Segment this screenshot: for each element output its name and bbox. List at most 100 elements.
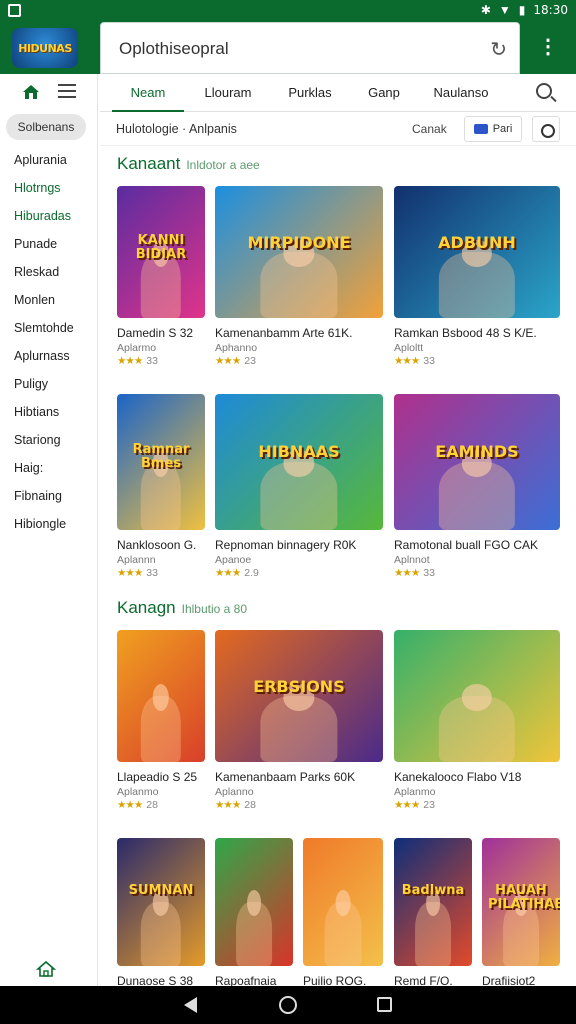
app-thumbnail[interactable]: HAUAH PILATIHAB (482, 838, 560, 966)
app-title: Damedin S 32 (117, 326, 194, 340)
sidebar-item[interactable]: Rleskad (0, 258, 97, 286)
app-card[interactable]: HIBNAAS Repnoman binnagery R0K Apanoe ★★★ 2.… (215, 394, 383, 579)
star-icon: ★★★ (394, 567, 420, 579)
sidebar-item[interactable]: Aplurnass (0, 342, 97, 370)
star-icon: ★★★ (215, 567, 241, 579)
sidebar-item[interactable]: Aplurania (0, 146, 97, 174)
sidebar-chip[interactable]: Solbenans (6, 114, 86, 140)
home-icon[interactable] (22, 84, 40, 100)
sidebar-item[interactable]: Punade (0, 230, 97, 258)
character-art (415, 890, 451, 966)
app-card[interactable]: Ramnar Bmes Nanklosoon G. Aplannn ★★★ 33 (117, 394, 205, 579)
app-rating: ★★★ 28 (215, 799, 383, 811)
app-card[interactable]: Rapoafnaia (215, 838, 293, 988)
cancel-link[interactable]: Canak (412, 122, 447, 136)
star-icon: ★★★ (394, 355, 420, 367)
thumbnail-title: Ramnar Bmes (132, 441, 190, 472)
refresh-icon[interactable]: ↻ (490, 37, 507, 62)
character-art (140, 449, 182, 530)
star-icon: ★★★ (117, 799, 143, 811)
app-thumbnail[interactable]: Ramnar Bmes (117, 394, 205, 530)
character-art (438, 449, 516, 530)
app-developer: Aplarmo (117, 342, 157, 354)
app-thumbnail[interactable]: ERBSIONS (215, 630, 383, 762)
app-thumbnail[interactable] (394, 630, 560, 762)
app-title: Kanekalooco Flabo V18 (394, 770, 522, 784)
search-box[interactable]: ↻ (100, 22, 520, 74)
sidebar: Solbenans Aplurania Hlotrngs Hiburadas Puna… (0, 74, 98, 986)
app-thumbnail[interactable]: ADBUNH (394, 186, 560, 318)
wifi-icon: ▼ (498, 3, 511, 17)
app-thumbnail[interactable] (215, 838, 293, 966)
app-thumbnail[interactable]: KANNI BIDIAR (117, 186, 205, 318)
app-logo[interactable]: HIDUNAS (12, 28, 78, 68)
sidebar-item[interactable]: Haig: (0, 454, 97, 482)
app-card[interactable]: SUMNAN Dunaose S 38 (117, 838, 205, 988)
clock-icon[interactable] (532, 116, 560, 142)
status-bar: ✱ ▼ ▮ 18:30 (0, 0, 576, 22)
sidebar-item[interactable]: Monlen (0, 286, 97, 314)
app-card[interactable]: Llapeadio S 25 Aplanmo ★★★ 28 (117, 630, 205, 811)
app-card[interactable]: Puilio ROG. (303, 838, 383, 988)
app-card[interactable]: KANNI BIDIAR Damedin S 32 Aplarmo ★★★ 33 (117, 186, 205, 367)
tab-2[interactable]: Purklas (278, 74, 342, 112)
home-button-icon[interactable] (279, 996, 297, 1014)
star-icon: ★★★ (117, 567, 143, 579)
thumbnail-title: SUMNAN (128, 883, 194, 899)
sidebar-item[interactable]: Puligy (0, 370, 97, 398)
character-art (260, 449, 338, 530)
app-rating: ★★★ 23 (215, 355, 383, 367)
app-title: Nanklosoon G. (117, 538, 197, 552)
sidebar-item[interactable]: Slemtohde (0, 314, 97, 342)
app-rating: ★★★ 33 (394, 567, 560, 579)
menu-icon[interactable] (58, 84, 76, 98)
more-options-icon[interactable]: ⋮ (538, 36, 558, 58)
section-heading: Kanagn (117, 598, 176, 617)
app-thumbnail[interactable]: SUMNAN (117, 838, 205, 966)
rating-value: 23 (244, 355, 256, 367)
category-tabs: Neam Llouram Purklas Ganp Naulanso (100, 74, 576, 112)
app-card[interactable]: MIRPIDONE Kamenanbamm Arte 61K. Aphanno ★★★… (215, 186, 383, 367)
sidebar-item[interactable]: Stariong (0, 426, 97, 454)
app-rating: ★★★ 2.9 (215, 567, 383, 579)
app-card[interactable]: Badlwna Remd F/O. (394, 838, 472, 988)
thumbnail-title: ADBUNH (438, 232, 516, 252)
sidebar-item[interactable]: Hibiongle (0, 510, 97, 538)
app-card[interactable]: ERBSIONS Kamenanbaam Parks 60K Aplanno ★★★ 2… (215, 630, 383, 811)
app-thumbnail[interactable]: Badlwna (394, 838, 472, 966)
sidebar-item[interactable]: Hiburadas (0, 202, 97, 230)
rating-value: 28 (244, 799, 256, 811)
app-thumbnail[interactable]: MIRPIDONE (215, 186, 383, 318)
app-thumbnail[interactable] (303, 838, 383, 966)
tab-3[interactable]: Ganp (356, 74, 412, 112)
app-thumbnail[interactable]: HIBNAAS (215, 394, 383, 530)
sidebar-item[interactable]: Fibnaing (0, 482, 97, 510)
search-input[interactable] (119, 37, 479, 61)
app-title: Ramotonal buall FGO CAK (394, 538, 539, 552)
search-icon[interactable] (536, 83, 552, 99)
sidebar-item[interactable]: Hlotrngs (0, 174, 97, 202)
rating-value: 2.9 (244, 567, 259, 579)
sidebar-item[interactable]: Hibtians (0, 398, 97, 426)
app-bar: HIDUNAS ↻ ⋮ (0, 22, 576, 74)
home-outline-icon[interactable] (36, 960, 56, 978)
thumbnail-title: KANNI BIDIAR (135, 232, 187, 262)
recents-icon[interactable] (377, 997, 392, 1012)
app-developer: Aplanmo (117, 786, 159, 798)
back-icon[interactable] (184, 997, 197, 1013)
thumbnail-title: HIBNAAS (258, 441, 340, 461)
section-subheading: Ihlbutio a 80 (181, 602, 248, 616)
rating-value: 23 (423, 799, 435, 811)
app-card[interactable]: EAMINDS Ramotonal buall FGO CAK Aplnnot ★★★… (394, 394, 560, 579)
app-thumbnail[interactable] (117, 630, 205, 762)
tab-1[interactable]: Llouram (192, 74, 264, 112)
thumbnail-title: ERBSIONS (253, 676, 345, 696)
app-card[interactable]: Kanekalooco Flabo V18 Aplanmo ★★★ 23 (394, 630, 560, 811)
app-card[interactable]: ADBUNH Ramkan Bsbood 48 S K/E. Aploltt ★★★ 3… (394, 186, 560, 367)
app-developer: Aploltt (394, 342, 424, 354)
filter-button[interactable]: Pari (464, 116, 522, 142)
app-thumbnail[interactable]: EAMINDS (394, 394, 560, 530)
app-card[interactable]: HAUAH PILATIHAB Drafiisiot2 (482, 838, 560, 988)
tab-4[interactable]: Naulanso (426, 74, 496, 112)
tab-0[interactable]: Neam (112, 74, 184, 112)
